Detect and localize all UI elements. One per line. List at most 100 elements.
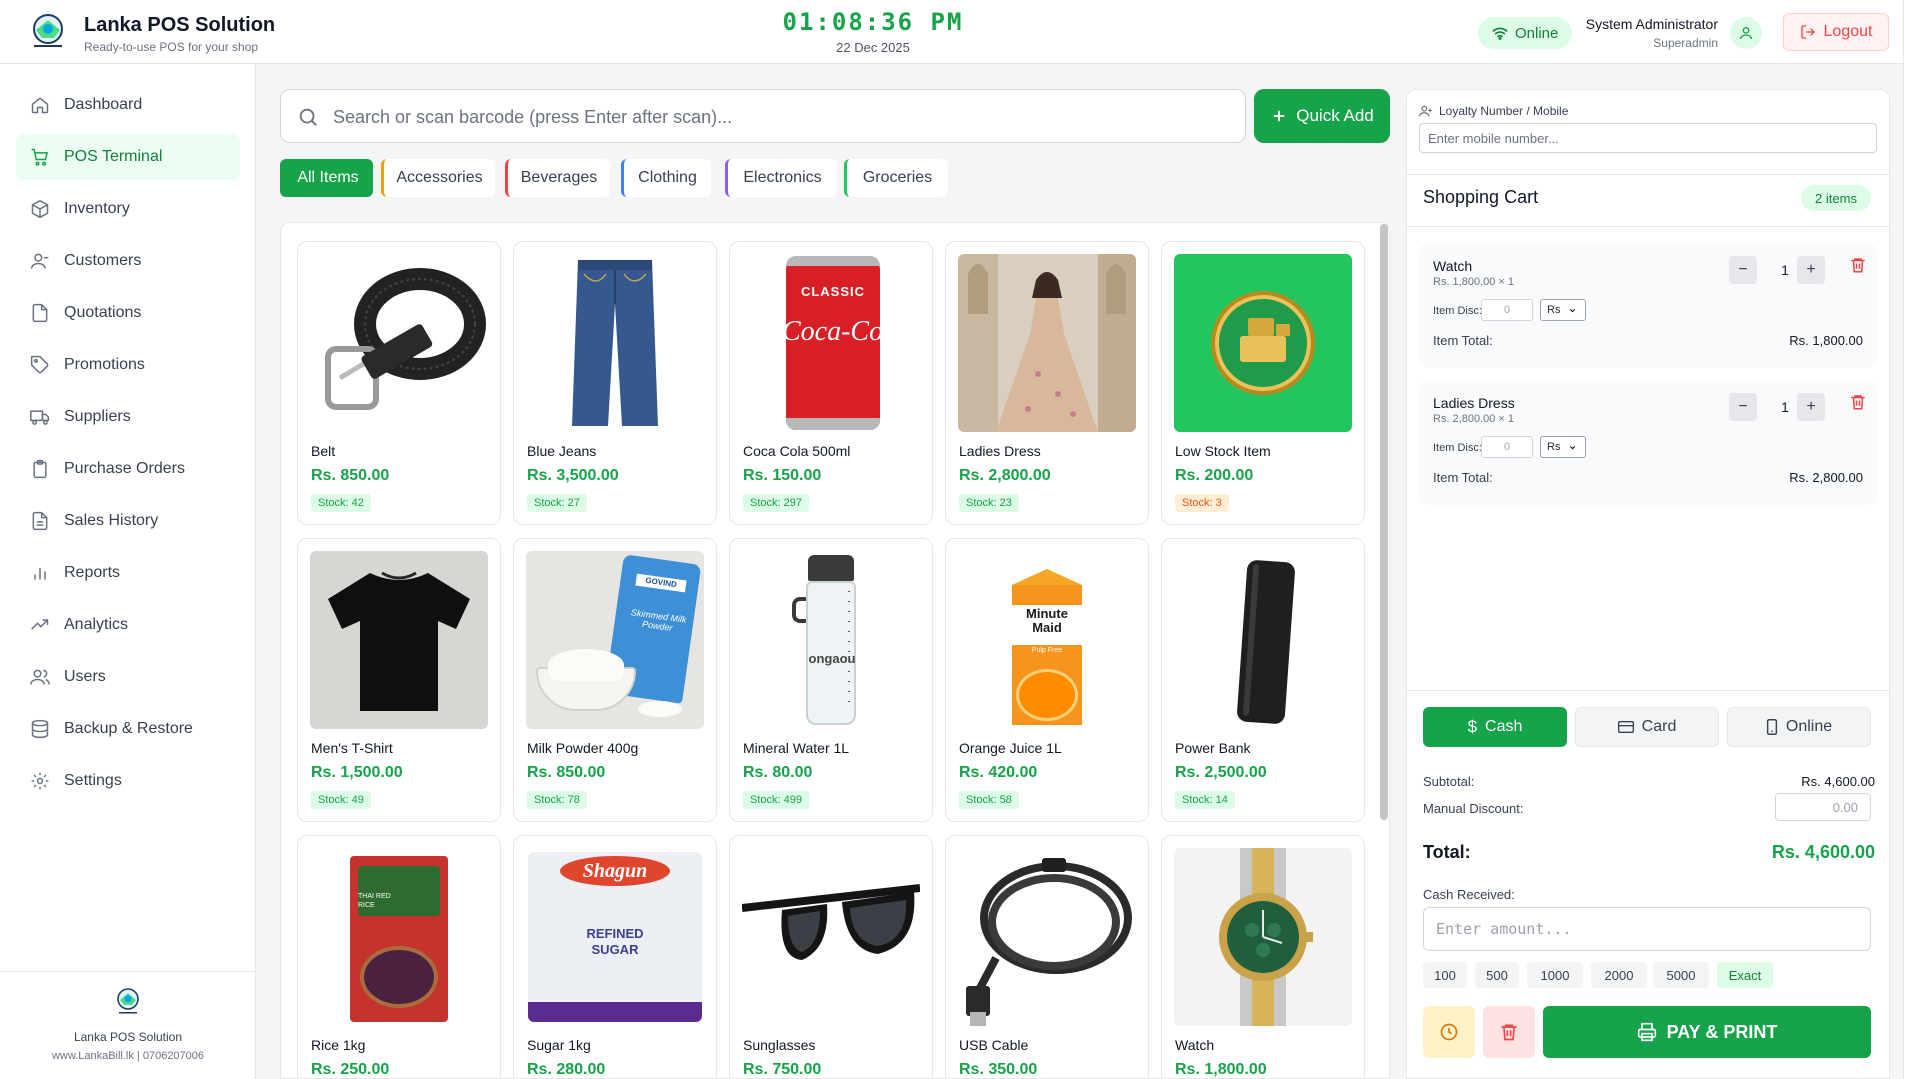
product-card-belt[interactable]: Belt Rs. 850.00 Stock: 42: [297, 241, 501, 525]
total-value: Rs. 4,600.00: [1771, 842, 1875, 862]
product-price: Rs. 3,500.00: [527, 467, 619, 484]
sugar-brand-text: Shagun: [560, 856, 670, 886]
tab-label: Electronics: [743, 169, 822, 186]
trash-icon[interactable]: [1849, 256, 1867, 274]
product-name: Power Bank: [1175, 740, 1251, 756]
search-input[interactable]: [333, 100, 1233, 134]
tab-beverages[interactable]: Beverages: [505, 159, 610, 197]
tab-clothing[interactable]: Clothing: [621, 159, 711, 197]
sidebar-item-customers[interactable]: Customers: [16, 238, 240, 284]
product-price: Rs. 80.00: [743, 764, 813, 781]
item-disc-label: Item Disc:: [1433, 305, 1482, 317]
product-card-power-bank[interactable]: Power Bank Rs. 2,500.00 Stock: 14: [1161, 538, 1365, 822]
sidebar-item-analytics[interactable]: Analytics: [16, 602, 240, 648]
sidebar-item-reports[interactable]: Reports: [16, 550, 240, 596]
product-price: Rs. 150.00: [743, 467, 822, 484]
product-card-sunglasses[interactable]: Sunglasses Rs. 750.00: [729, 835, 933, 1078]
sidebar-item-inventory[interactable]: Inventory: [16, 186, 240, 232]
loyalty-mobile-input[interactable]: [1419, 123, 1877, 153]
quick-amount-500[interactable]: 500: [1475, 962, 1519, 988]
manual-discount-input[interactable]: [1775, 793, 1871, 821]
page-scrollbar[interactable]: [1903, 0, 1919, 1079]
product-card-mens-tshirt[interactable]: Men's T-Shirt Rs. 1,500.00 Stock: 49: [297, 538, 501, 822]
box-icon: [31, 199, 49, 219]
qty-decrease-button[interactable]: −: [1729, 256, 1757, 284]
item-disc-label: Item Disc:: [1433, 442, 1482, 454]
product-price: Rs. 1,800.00: [1175, 1061, 1267, 1078]
product-name: Blue Jeans: [527, 443, 597, 459]
tab-accessories[interactable]: Accessories: [381, 159, 495, 197]
sidebar-item-label: Backup & Restore: [64, 720, 193, 737]
printer-icon: [1637, 1022, 1656, 1042]
quick-amount-1000[interactable]: 1000: [1527, 962, 1583, 988]
pay-and-print-button[interactable]: PAY & PRINT: [1543, 1006, 1871, 1058]
trash-icon[interactable]: [1849, 393, 1867, 411]
stock-badge: Stock: 49: [311, 791, 371, 809]
qty-increase-button[interactable]: +: [1797, 393, 1825, 421]
qty-increase-button[interactable]: +: [1797, 256, 1825, 284]
payment-method-online[interactable]: Online: [1727, 707, 1871, 747]
product-card-blue-jeans[interactable]: Blue Jeans Rs. 3,500.00 Stock: 27: [513, 241, 717, 525]
quick-amount-exact[interactable]: Exact: [1717, 962, 1773, 988]
product-image-watch: [1174, 848, 1352, 1026]
clear-cart-button[interactable]: [1483, 1006, 1535, 1058]
product-card-milk-powder[interactable]: GOVIND Skimmed Milk Powder Milk Powder 4…: [513, 538, 717, 822]
quick-add-button[interactable]: Quick Add: [1254, 89, 1390, 143]
product-name: Milk Powder 400g: [527, 740, 639, 756]
discount-type-value: Rs: [1547, 304, 1561, 316]
payment-method-cash[interactable]: $ Cash: [1423, 707, 1567, 747]
product-card-mineral-water[interactable]: ongaou Mineral Water 1L Rs. 80.00 Stock:…: [729, 538, 933, 822]
sidebar-item-sales-history[interactable]: Sales History: [16, 498, 240, 544]
user-role: Superadmin: [1653, 36, 1718, 50]
home-icon: [31, 97, 49, 114]
divider: [1407, 226, 1889, 227]
logout-button[interactable]: Logout: [1783, 13, 1889, 51]
tab-groceries[interactable]: Groceries: [844, 159, 948, 197]
tab-label: All Items: [297, 169, 359, 186]
product-card-rice[interactable]: THAI RED RICE Rice 1kg Rs. 250.00: [297, 835, 501, 1078]
sidebar-item-purchase-orders[interactable]: Purchase Orders: [16, 446, 240, 492]
cash-received-input[interactable]: [1423, 907, 1871, 951]
product-card-ladies-dress[interactable]: Ladies Dress Rs. 2,800.00 Stock: 23: [945, 241, 1149, 525]
sidebar-item-suppliers[interactable]: Suppliers: [16, 394, 240, 440]
qty-value: 1: [1781, 399, 1789, 415]
loyalty-label-text: Loyalty Number / Mobile: [1439, 104, 1569, 118]
sidebar-item-promotions[interactable]: Promotions: [16, 342, 240, 388]
quick-amount-100[interactable]: 100: [1423, 962, 1467, 988]
grid-scrollbar[interactable]: [1380, 224, 1388, 820]
product-card-usb-cable[interactable]: USB Cable Rs. 350.00: [945, 835, 1149, 1078]
sidebar-item-dashboard[interactable]: Dashboard: [16, 82, 240, 128]
item-discount-input[interactable]: [1481, 436, 1533, 458]
sidebar-item-settings[interactable]: Settings: [16, 758, 240, 804]
trending-icon: [31, 619, 49, 630]
app-subtitle: Ready-to-use POS for your shop: [84, 40, 259, 54]
sidebar-item-label: POS Terminal: [64, 148, 163, 165]
sidebar-item-quotations[interactable]: Quotations: [16, 290, 240, 336]
product-card-low-stock-item[interactable]: Low Stock Item Rs. 200.00 Stock: 3: [1161, 241, 1365, 525]
product-card-coca-cola[interactable]: CLASSIC Coca-Cola Coca Cola 500ml Rs. 15…: [729, 241, 933, 525]
discount-type-select[interactable]: Rs: [1540, 436, 1586, 458]
discount-type-select[interactable]: Rs: [1540, 299, 1586, 321]
sidebar-item-backup-restore[interactable]: Backup & Restore: [16, 706, 240, 752]
wifi-icon: [1492, 27, 1508, 40]
avatar[interactable]: [1730, 17, 1762, 49]
sidebar-item-pos-terminal[interactable]: POS Terminal: [16, 134, 240, 180]
footer-contact[interactable]: www.LankaBill.lk | 0706207006: [0, 1050, 256, 1062]
sidebar-item-users[interactable]: Users: [16, 654, 240, 700]
quick-amount-5000[interactable]: 5000: [1653, 962, 1709, 988]
product-card-orange-juice[interactable]: Minute Maid Pulp Free Orange Juice 1L Rs…: [945, 538, 1149, 822]
payment-method-card[interactable]: Card: [1575, 707, 1719, 747]
qty-decrease-button[interactable]: −: [1729, 393, 1757, 421]
product-card-sugar[interactable]: Shagun REFINED SUGAR Sugar 1kg Rs. 280.0…: [513, 835, 717, 1078]
product-card-watch[interactable]: Watch Rs. 1,800.00: [1161, 835, 1365, 1078]
tab-all-items[interactable]: All Items: [280, 159, 373, 197]
quick-amount-2000[interactable]: 2000: [1591, 962, 1647, 988]
tab-electronics[interactable]: Electronics: [725, 159, 837, 197]
item-discount-input[interactable]: [1481, 299, 1533, 321]
hold-sale-button[interactable]: [1423, 1006, 1475, 1058]
tag-icon: [30, 355, 49, 374]
product-name: Orange Juice 1L: [959, 740, 1062, 756]
user-name: System Administrator: [1585, 16, 1718, 32]
quick-add-label: Quick Add: [1296, 106, 1374, 125]
cart-item-unit-price: Rs. 1,800.00 × 1: [1433, 276, 1515, 288]
